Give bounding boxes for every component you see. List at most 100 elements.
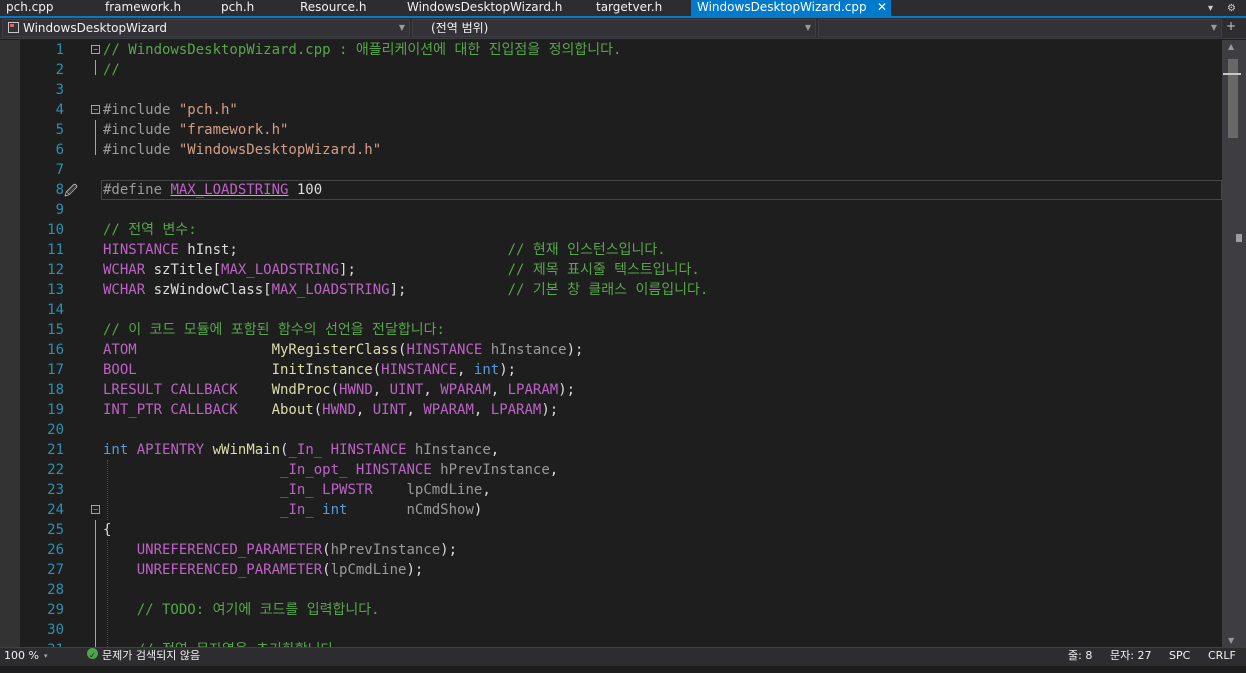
line-number-indicator[interactable]: 줄: 8 [1068, 648, 1092, 664]
tab-pch-h[interactable]: pch.h [215, 0, 294, 16]
code-line[interactable]: 26 UNREFERENCED_PARAMETER(hPrevInstance)… [0, 540, 1222, 560]
collapse-icon[interactable]: − [91, 45, 100, 54]
code-line[interactable]: 12 WCHAR szTitle[MAX_LOADSTRING]; // 제목 표… [0, 260, 1222, 280]
code-token: ); [406, 562, 424, 578]
zoom-level[interactable]: 100 % [4, 648, 39, 664]
column-indicator[interactable]: 문자: 27 [1110, 648, 1151, 664]
code-line[interactable]: 24 − _In_ int nCmdShow) [0, 500, 1222, 520]
code-token: UINT [389, 382, 424, 398]
code-line[interactable]: 11 HINSTANCE hInst; // 현재 인스턴스입니다. [0, 240, 1222, 260]
code-token: _In_ [280, 482, 314, 498]
caret-position-marker [1223, 73, 1241, 75]
code-token: lpCmdLine [330, 562, 407, 578]
tab-label: targetver.h [596, 0, 663, 14]
code-token: ); [440, 542, 458, 558]
chevron-down-icon: ▼ [804, 23, 811, 32]
code-token: hInstance [406, 442, 491, 458]
code-line[interactable]: 19 INT_PTR CALLBACK About(HWND, UINT, WPA… [0, 400, 1222, 420]
tab-label: framework.h [105, 0, 182, 14]
code-line[interactable]: 13 WCHAR szWindowClass[MAX_LOADSTRING]; /… [0, 280, 1222, 300]
line-ending-indicator[interactable]: CRLF [1208, 648, 1236, 664]
tab-windowsdesktopwizard-h[interactable]: WindowsDesktopWizard.h [401, 0, 590, 16]
code-token: WndProc [271, 382, 331, 398]
collapse-icon[interactable]: − [91, 505, 100, 514]
code-line[interactable]: 17 BOOL InitInstance(HINSTANCE, int); [0, 360, 1222, 380]
code-line[interactable]: 31 // 전역 문자열을 초기화합니다. [0, 640, 1222, 647]
code-line[interactable]: 5 #include "framework.h" [0, 120, 1222, 140]
line-number: 16 [47, 342, 64, 358]
scroll-down-icon[interactable]: ▼ [1228, 636, 1234, 645]
project-dropdown[interactable]: WindowsDesktopWizard ▼ [2, 19, 410, 37]
code-token: , [457, 362, 474, 378]
code-token: , [423, 382, 441, 398]
collapse-icon[interactable]: − [91, 105, 100, 114]
tab-resource-h[interactable]: Resource.h [294, 0, 401, 16]
code-line[interactable]: 23 _In_ LPWSTR lpCmdLine, [0, 480, 1222, 500]
code-token: HWND [339, 382, 373, 398]
code-line[interactable]: 15 // 이 코드 모듈에 포함된 함수의 선언을 전달합니다: [0, 320, 1222, 340]
code-line[interactable]: 29 // TODO: 여기에 코드를 입력합니다. [0, 600, 1222, 620]
scroll-marker [1236, 234, 1242, 242]
code-line[interactable]: 16 ATOM MyRegisterClass(HINSTANCE hInstan… [0, 340, 1222, 360]
chevron-down-icon: ▼ [1210, 23, 1217, 32]
gear-icon[interactable]: ⚙ [1227, 3, 1236, 14]
code-token: WCHAR [103, 262, 146, 278]
line-number: 12 [47, 262, 64, 278]
scrollbar-thumb[interactable] [1228, 59, 1238, 138]
line-number: 3 [55, 82, 64, 98]
tab-pch-cpp[interactable]: pch.cpp [0, 0, 99, 16]
code-token: UINT [372, 402, 407, 418]
member-dropdown[interactable]: ▼ [818, 19, 1222, 37]
code-text: _In_ LPWSTR lpCmdLine, [103, 480, 491, 500]
tab-framework-h[interactable]: framework.h [99, 0, 215, 16]
project-name: WindowsDesktopWizard [23, 21, 167, 35]
vertical-scrollbar[interactable]: ▲ ▼ [1222, 40, 1246, 647]
scope-dropdown[interactable]: (전역 범위) ▼ [412, 19, 816, 37]
code-line[interactable]: 2 // [0, 60, 1222, 80]
code-text: // [103, 60, 120, 80]
code-line[interactable]: 3 [0, 80, 1222, 100]
code-token: #include [103, 102, 179, 118]
code-token: ); [541, 402, 559, 418]
tab-windowsdesktopwizard-cpp[interactable]: WindowsDesktopWizard.cpp ✕ [691, 0, 891, 16]
issues-status[interactable]: 문제가 검색되지 않음 [102, 648, 200, 664]
line-number: 6 [55, 142, 64, 158]
code-token: ); [499, 362, 517, 378]
code-line[interactable]: 1 −// WindowsDesktopWizard.cpp : 애플리케이션에 … [0, 40, 1222, 60]
code-line[interactable]: 18 LRESULT CALLBACK WndProc(HWND, UINT, W… [0, 380, 1222, 400]
code-line[interactable]: 25 { [0, 520, 1222, 540]
code-token: MAX_LOADSTRING [221, 262, 340, 278]
code-token: , [549, 462, 559, 478]
code-editor[interactable]: 1−// WindowsDesktopWizard.cpp : 애플리케이션에 … [0, 40, 1222, 647]
chevron-down-icon[interactable]: ▾ [44, 648, 48, 664]
code-line[interactable]: 8 🖉 #define MAX_LOADSTRING 100 [0, 180, 1222, 200]
code-text: BOOL InitInstance(HINSTANCE, int); [103, 360, 516, 380]
code-line[interactable]: 4 − #include "pch.h" [0, 100, 1222, 120]
scroll-up-icon[interactable]: ▲ [1228, 42, 1234, 51]
code-line[interactable]: 22 _In_opt_ HINSTANCE hPrevInstance, [0, 460, 1222, 480]
tab-list-dropdown-icon[interactable]: ▾ [1208, 3, 1213, 14]
close-icon[interactable]: ✕ [877, 0, 887, 15]
line-number: 4 [55, 102, 64, 118]
code-line[interactable]: 20 [0, 420, 1222, 440]
code-line[interactable]: 14 [0, 300, 1222, 320]
tab-targetver-h[interactable]: targetver.h [590, 0, 691, 16]
code-token: hPrevInstance [431, 462, 550, 478]
code-line[interactable]: 6 #include "WindowsDesktopWizard.h" [0, 140, 1222, 160]
code-token: WCHAR [103, 282, 146, 298]
code-line[interactable]: 28 [0, 580, 1222, 600]
code-token: ); [558, 382, 576, 398]
code-line[interactable]: 30 [0, 620, 1222, 640]
split-window-icon[interactable]: + [1226, 19, 1236, 33]
code-line[interactable]: 21 int APIENTRY wWinMain(_In_ HINSTANCE h… [0, 440, 1222, 460]
whitespace-indicator[interactable]: SPC [1169, 648, 1190, 664]
code-line[interactable]: 9 [0, 200, 1222, 220]
code-token: // 제목 표시줄 텍스트입니다. [507, 262, 700, 278]
code-line[interactable]: 7 [0, 160, 1222, 180]
code-line[interactable]: 27 UNREFERENCED_PARAMETER(lpCmdLine); [0, 560, 1222, 580]
quick-actions-icon[interactable]: 🖉 [64, 182, 78, 202]
code-line[interactable]: 10 // 전역 변수: [0, 220, 1222, 240]
